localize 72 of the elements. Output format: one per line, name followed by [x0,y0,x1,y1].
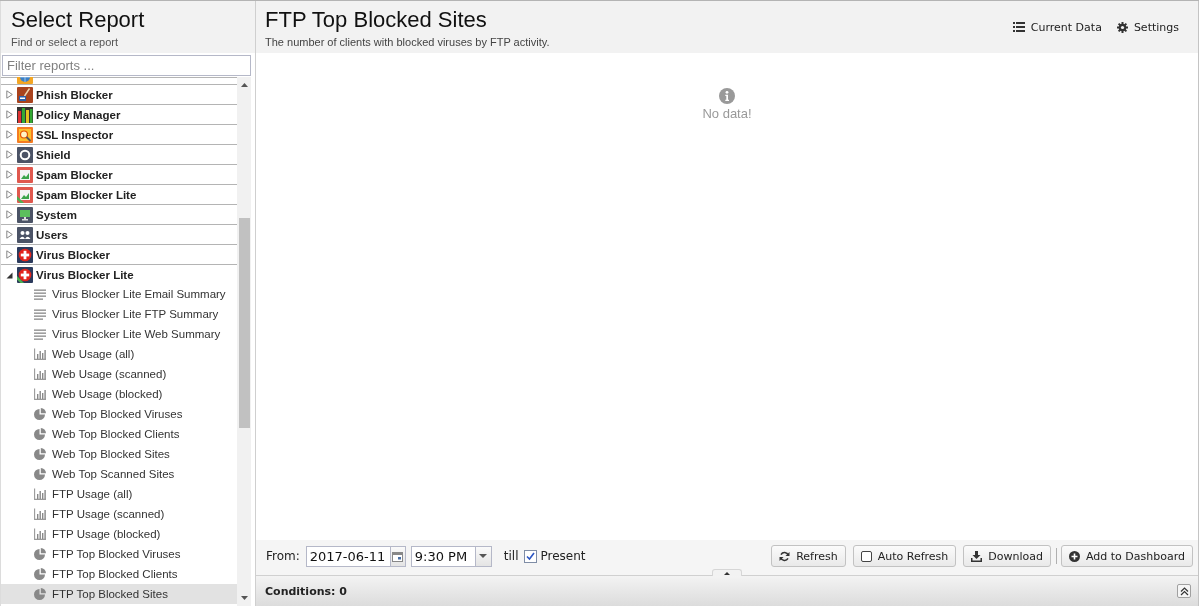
tree-item[interactable]: Web Top Blocked Clients [1,424,237,444]
lines-icon [34,288,46,300]
conditions-label: Conditions: 0 [265,584,347,598]
bar-chart-icon [34,488,46,500]
collapsed-triangle-icon[interactable] [6,90,13,99]
sidebar-title: Select Report [11,8,146,32]
tree-item[interactable]: FTP Usage (all) [1,484,237,504]
caret-down-icon [479,554,488,558]
sidebar-subtitle: Find or select a report [11,35,119,49]
tree-item[interactable]: FTP Top Blocked Viruses [1,544,237,564]
plus-circle-icon [1069,550,1080,562]
present-checkbox[interactable] [523,549,537,563]
tree-item[interactable]: Web Usage (all) [1,344,237,364]
bar-chart-icon [34,528,46,540]
current-data-button[interactable]: Current Data [1012,19,1102,35]
time-field[interactable]: 9:30 PM [410,545,475,567]
lines-icon [34,308,46,320]
tree-item[interactable]: FTP Top Blocked Sites [1,584,237,604]
list-icon [1012,22,1025,32]
calendar-icon [392,550,404,562]
tree-item[interactable]: Web Top Blocked Viruses [1,404,237,424]
settings-button[interactable]: Settings [1116,19,1179,35]
collapsed-triangle-icon[interactable] [6,230,13,239]
present-label[interactable]: Present [540,549,586,563]
tree-item[interactable]: FTP Usage (blocked) [1,524,237,544]
pie-chart-icon [34,448,46,460]
info-icon [719,88,735,104]
pie-chart-icon [34,568,46,580]
refresh-icon [779,550,791,562]
empty-message: No data! [702,106,752,122]
collapsed-triangle-icon[interactable] [6,110,13,119]
tree-item[interactable]: Web Top Scanned Sites [1,464,237,484]
gear-icon [1116,21,1128,33]
caret-up-icon[interactable] [240,83,248,87]
tree-item[interactable]: Web Usage (scanned) [1,364,237,384]
download-icon [971,550,983,562]
collapsed-triangle-icon[interactable] [6,170,13,179]
collapsed-triangle-icon[interactable] [6,210,13,219]
collapsed-triangle-icon[interactable] [6,250,13,259]
caret-down-icon[interactable] [240,596,248,600]
scrollbar-thumb[interactable] [238,218,250,428]
collapsed-triangle-icon[interactable] [6,130,13,139]
tree-item[interactable]: Virus Blocker Lite Email Summary [1,284,237,304]
refresh-button[interactable]: Refresh [771,545,846,567]
bar-chart-icon [34,368,46,380]
tree-item[interactable]: Web Usage (blocked) [1,384,237,404]
bar-chart-icon [34,508,46,520]
bar-chart-icon [34,388,46,400]
till-label: till [503,549,519,563]
pie-chart-icon [34,428,46,440]
pie-chart-icon [34,468,46,480]
bar-chart-icon [34,348,46,360]
lines-icon [34,328,46,340]
collapsed-triangle-icon[interactable] [6,150,13,159]
download-button[interactable]: Download [963,545,1051,567]
tree-item[interactable]: Web Top Blocked Sites [1,444,237,464]
report-title: FTP Top Blocked Sites [265,8,488,32]
tree-item[interactable]: Virus Blocker Lite FTP Summary [1,304,237,324]
date-field[interactable]: 2017-06-11 [305,545,390,567]
pie-chart-icon [34,588,46,600]
filter-field[interactable]: Filter reports ... [2,55,251,76]
expanded-triangle-icon[interactable] [6,270,13,279]
pie-chart-icon [34,408,46,420]
from-label: From: [266,549,300,563]
tree-item[interactable]: Virus Blocker Lite Web Summary [1,324,237,344]
collapsed-triangle-icon[interactable] [6,190,13,199]
tree-item[interactable]: FTP Usage (scanned) [1,504,237,524]
pie-chart-icon [34,548,46,560]
report-subtitle: The number of clients with blocked viruses by FTP activity. [265,35,550,49]
add-to-dashboard-button[interactable]: Add to Dashboard [1061,545,1193,567]
tree-item[interactable]: FTP Top Blocked Clients [1,564,237,584]
auto-refresh-button[interactable]: Auto Refresh [852,545,957,567]
